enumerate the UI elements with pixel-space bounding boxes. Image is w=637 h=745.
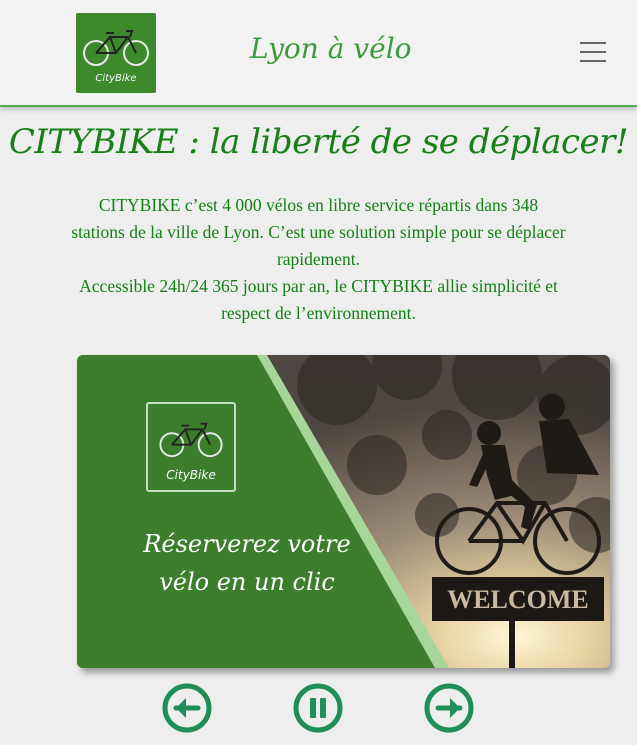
bicycle-icon: [83, 30, 149, 66]
intro-paragraph-1: CITYBIKE c’est 4 000 vélos en libre serv…: [71, 195, 566, 269]
intro-paragraph-2: Accessible 24h/24 365 jours par an, le C…: [79, 276, 558, 323]
arrow-left-circle-icon[interactable]: [162, 683, 212, 733]
page-headline: CITYBIKE : la liberté de se déplacer!: [8, 122, 629, 162]
carousel-slide[interactable]: WELCOME CityBike Réserverez votre vélo e…: [77, 355, 610, 668]
slide-citybike-logo: CityBike: [146, 402, 236, 492]
slide-caption[interactable]: Réserverez votre vélo en un clic: [97, 525, 397, 601]
intro-text: CITYBIKE c’est 4 000 vélos en libre serv…: [70, 192, 567, 327]
welcome-sign-text: WELCOME: [447, 585, 589, 614]
site-title[interactable]: Lyon à vélo: [250, 32, 490, 65]
arrow-right-circle-icon[interactable]: [424, 683, 474, 733]
site-header: CityBike Lyon à vélo: [0, 0, 637, 107]
caption-line-2: vélo en un clic: [159, 568, 335, 596]
caption-line-1: Réserverez votre: [143, 530, 351, 558]
hamburger-menu-icon[interactable]: [580, 42, 606, 64]
sign-post: [509, 621, 515, 668]
menu-line: [580, 42, 606, 44]
pause-circle-icon[interactable]: [293, 683, 343, 733]
bicycle-icon: [159, 422, 223, 458]
citybike-logo[interactable]: CityBike: [76, 13, 156, 93]
slide-logo-label: CityBike: [166, 468, 216, 482]
menu-line: [580, 51, 606, 53]
carousel-controls: [0, 683, 637, 737]
logo-label: CityBike: [95, 73, 137, 84]
menu-line: [580, 60, 606, 62]
